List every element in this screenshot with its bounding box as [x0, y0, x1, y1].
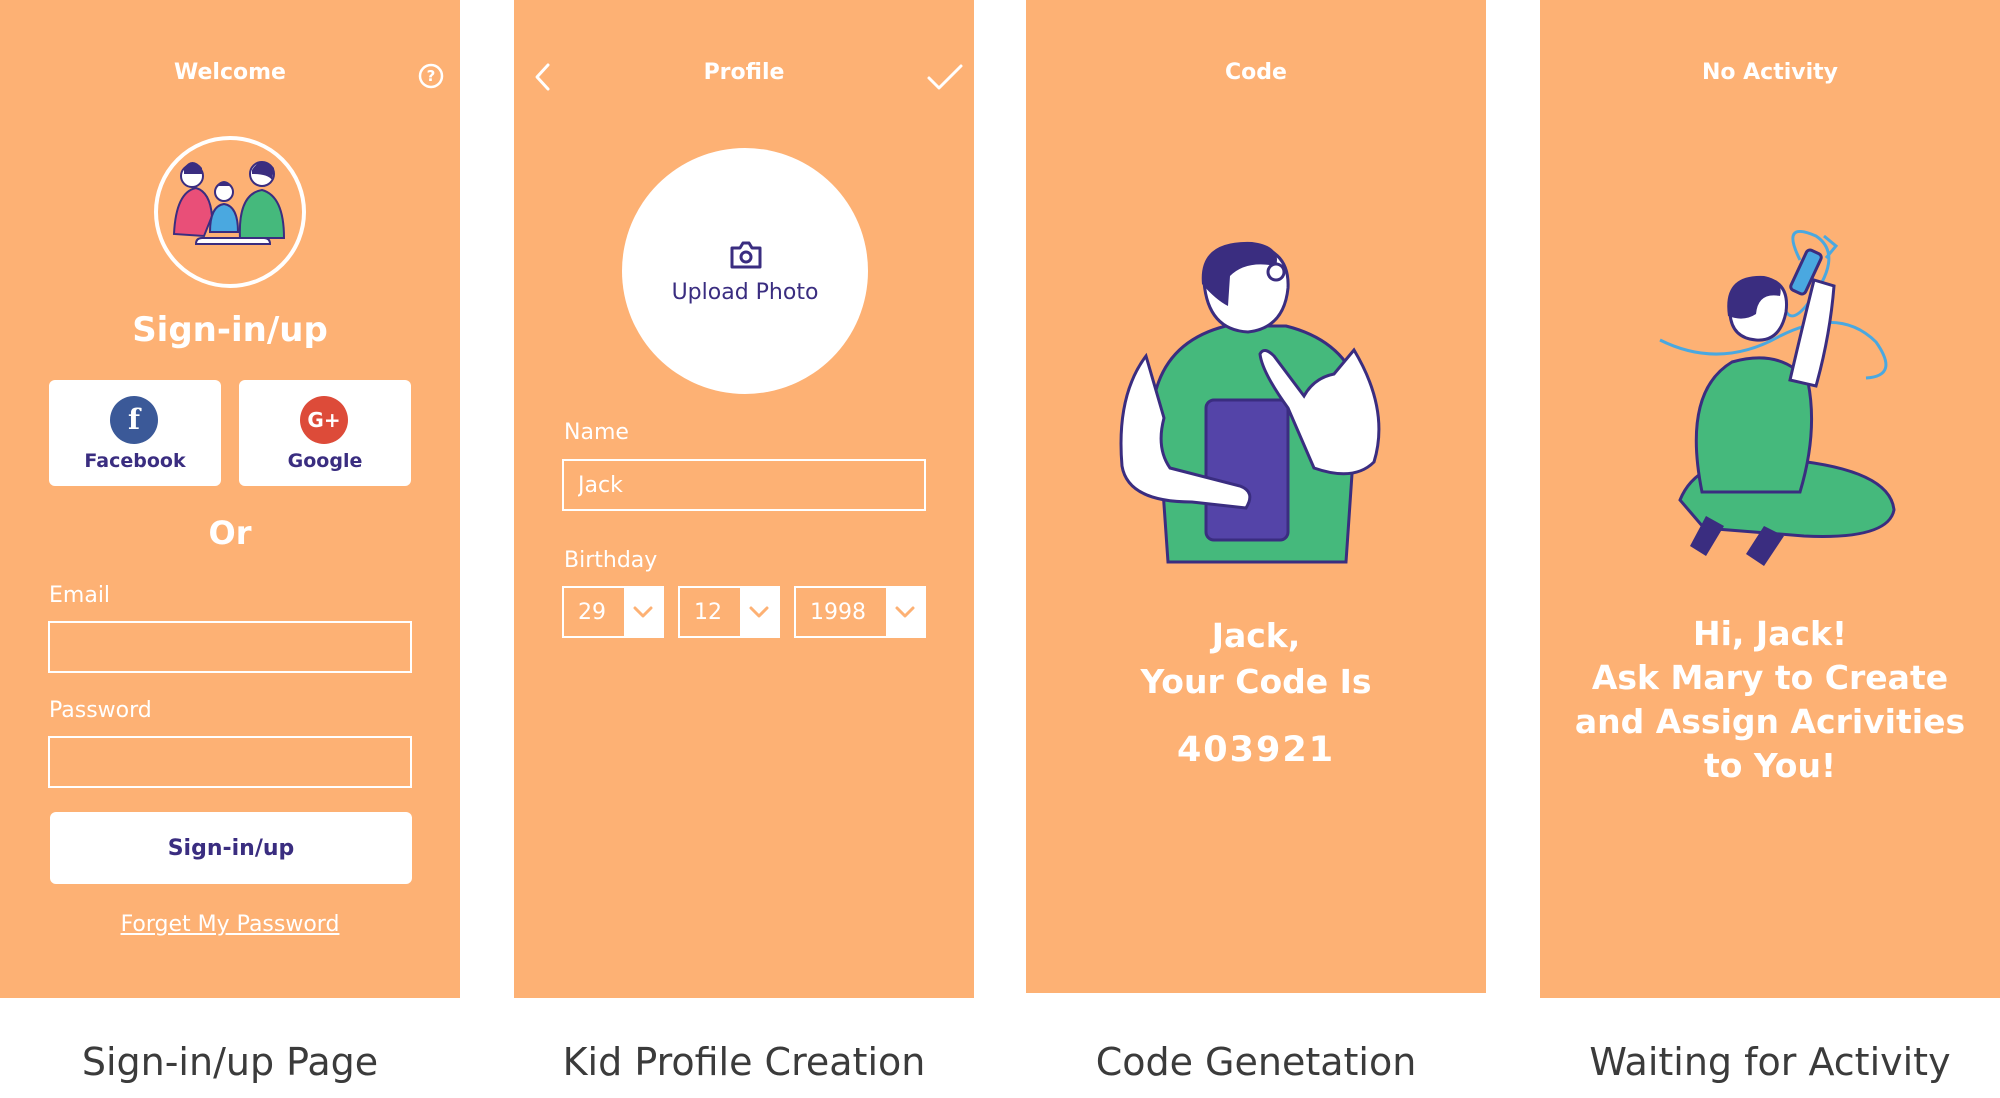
chevron-down-icon: [740, 588, 778, 636]
email-field[interactable]: [48, 621, 412, 673]
birthday-label: Birthday: [564, 548, 658, 573]
name-label: Name: [564, 420, 629, 445]
chevron-down-icon: [624, 588, 662, 636]
caption-code: Code Genetation: [1095, 1040, 1417, 1084]
signin-screen: Welcome ? Sign-in/up f Facebook G+ Googl…: [0, 0, 460, 998]
year-value: 1998: [810, 600, 866, 625]
noactivity-line1: Hi, Jack!: [1692, 614, 1848, 653]
caption-noactivity: Waiting for Activity: [1589, 1040, 1951, 1084]
profile-screen: Profile Upload Photo Name Birthday 29 12…: [514, 0, 974, 998]
page-title: Code: [1225, 60, 1287, 85]
password-label: Password: [49, 698, 152, 723]
code-screen: Code Jack, Your Code Is 403921: [1026, 0, 1486, 993]
forgot-password-link[interactable]: Forget My Password: [0, 912, 460, 937]
noactivity-line2: Ask Mary to Create: [1591, 658, 1949, 697]
person-with-phone-illustration: [1116, 240, 1406, 570]
sitting-person-illustration: [1650, 230, 1920, 580]
name-field[interactable]: [562, 459, 926, 511]
code-greeting-line1: Jack,: [1211, 616, 1301, 655]
caption-signin: Sign-in/up Page: [81, 1040, 379, 1084]
or-divider: Or: [208, 514, 252, 552]
svg-text:?: ?: [427, 67, 436, 85]
month-value: 12: [694, 600, 722, 625]
signin-submit-button[interactable]: Sign-in/up: [50, 812, 412, 884]
generated-code: 403921: [1176, 730, 1336, 770]
help-icon[interactable]: ?: [418, 63, 444, 89]
noactivity-line3: and Assign Acrivities: [1574, 702, 1966, 741]
email-label: Email: [49, 583, 111, 608]
upload-photo-label: Upload Photo: [671, 280, 819, 305]
no-activity-screen: No Activity Hi, Jack! Ask Mary to Create…: [1540, 0, 2000, 998]
signin-heading: Sign-in/up: [132, 310, 328, 350]
confirm-check-icon[interactable]: [926, 62, 964, 92]
page-title: No Activity: [1701, 60, 1839, 85]
facebook-button[interactable]: f Facebook: [49, 380, 221, 486]
caption-profile: Kid Profile Creation: [562, 1040, 926, 1084]
google-plus-icon: G+: [300, 396, 348, 444]
signin-submit-label: Sign-in/up: [167, 836, 295, 861]
day-value: 29: [578, 600, 606, 625]
birthday-month-select[interactable]: 12: [678, 586, 780, 638]
password-field[interactable]: [48, 736, 412, 788]
camera-icon: [729, 240, 763, 270]
noactivity-line4: to You!: [1703, 746, 1837, 785]
page-title: Profile: [703, 60, 785, 85]
birthday-year-select[interactable]: 1998: [794, 586, 926, 638]
upload-photo-button[interactable]: Upload Photo: [622, 148, 868, 394]
google-button[interactable]: G+ Google: [239, 380, 411, 486]
birthday-day-select[interactable]: 29: [562, 586, 664, 638]
family-illustration: [152, 134, 308, 290]
code-greeting-line2: Your Code Is: [1140, 662, 1372, 701]
google-label: Google: [287, 450, 363, 472]
page-title: Welcome: [174, 60, 286, 85]
chevron-down-icon: [886, 588, 924, 636]
facebook-icon: f: [110, 396, 158, 444]
facebook-label: Facebook: [84, 450, 186, 472]
